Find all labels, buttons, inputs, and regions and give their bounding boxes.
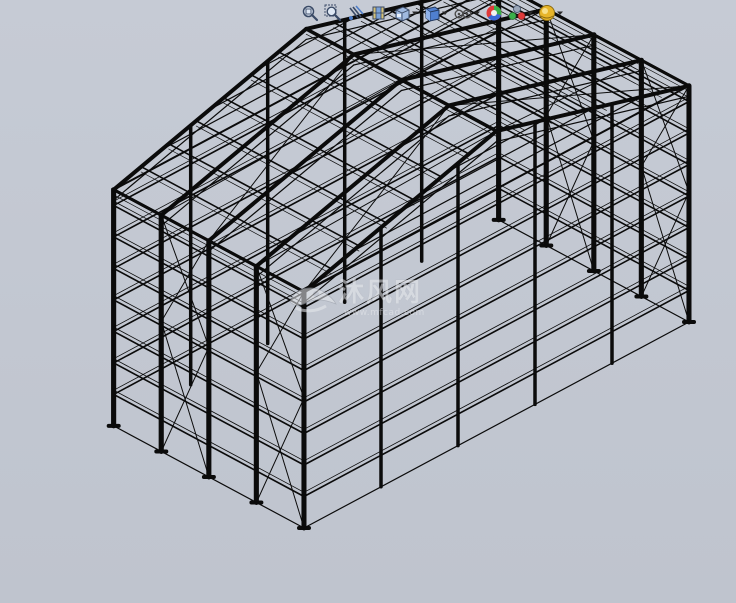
chevron-down-icon (557, 11, 563, 15)
zoom-to-area-icon (324, 4, 342, 22)
apply-scene-icon (508, 5, 526, 20)
chevron-down-icon (442, 11, 448, 15)
heads-up-view-toolbar (300, 1, 564, 25)
display-style-icon (425, 6, 440, 22)
display-style-button[interactable] (422, 2, 449, 24)
previous-view-button[interactable] (346, 2, 366, 24)
section-view-button[interactable] (369, 2, 389, 24)
section-view-icon (372, 6, 385, 20)
chevron-down-icon (474, 11, 480, 15)
steel-frame-building-model[interactable] (0, 0, 736, 603)
apply-scene-button[interactable] (507, 2, 534, 24)
view-orientation-button[interactable] (392, 2, 419, 24)
zoom-to-fit-icon (302, 5, 319, 22)
graphics-viewport[interactable]: 沐风网 www.mfcad.com (0, 0, 736, 603)
hide-show-items-button[interactable] (452, 2, 481, 24)
view-settings-button[interactable] (537, 2, 564, 24)
edit-appearance-icon (486, 5, 502, 21)
edit-appearance-button[interactable] (484, 2, 504, 24)
view-settings-icon (539, 5, 555, 21)
hide-show-items-icon (454, 9, 472, 19)
chevron-down-icon (412, 11, 418, 15)
previous-view-icon (349, 5, 364, 20)
model-wireframe (106, 0, 696, 531)
view-orientation-icon (395, 6, 410, 22)
zoom-to-area-button[interactable] (323, 2, 343, 24)
zoom-to-fit-button[interactable] (300, 2, 320, 24)
chevron-down-icon (527, 11, 533, 15)
